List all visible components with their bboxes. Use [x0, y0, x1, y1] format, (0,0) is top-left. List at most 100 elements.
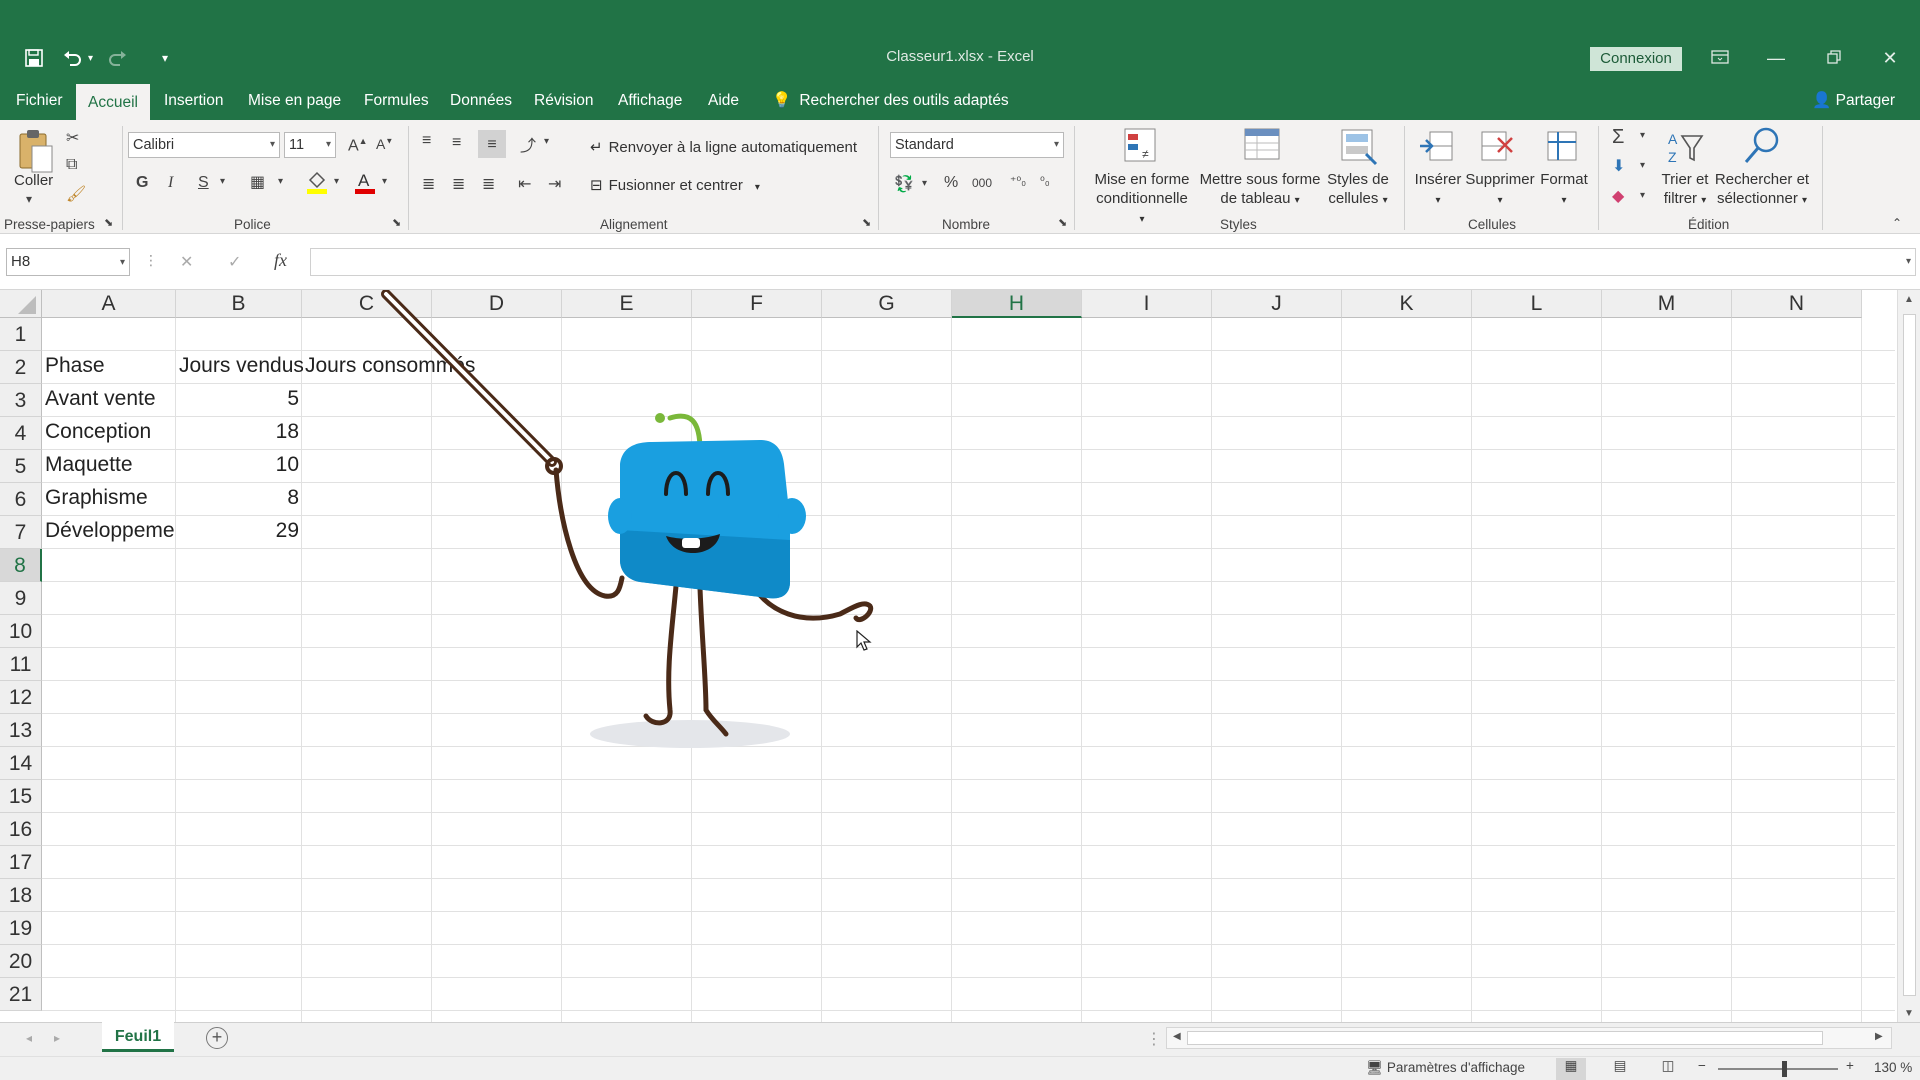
cell-A7[interactable]: Développement: [45, 514, 175, 547]
cell-A5[interactable]: Maquette: [45, 448, 175, 481]
copy-icon[interactable]: ⧉: [66, 156, 77, 174]
cell-B6[interactable]: 8: [179, 481, 299, 514]
row-header-1[interactable]: 1: [0, 318, 42, 351]
sort-filter-icon[interactable]: AZ: [1666, 128, 1706, 166]
column-header-h[interactable]: H: [952, 290, 1082, 318]
tab-file[interactable]: Fichier: [4, 84, 75, 120]
increase-indent-icon[interactable]: ⇥: [548, 174, 561, 194]
font-size-select[interactable]: 11 ▾: [284, 132, 336, 158]
tab-help[interactable]: Aide: [696, 84, 751, 120]
worksheet-grid[interactable]: ABCDEFGHIJKLMN 1 2 3 4 5 6 7 8 9 10 11 12 13 14 15 16 17…: [0, 290, 1895, 1025]
accounting-dropdown-icon[interactable]: ▾: [922, 178, 927, 189]
row-header-4[interactable]: 4: [0, 417, 42, 450]
percent-button[interactable]: %: [944, 174, 958, 192]
column-header-k[interactable]: K: [1342, 290, 1472, 318]
accounting-icon[interactable]: 💱: [894, 174, 914, 194]
decrease-indent-icon[interactable]: ⇤: [518, 174, 531, 194]
zoom-slider[interactable]: [1718, 1061, 1838, 1077]
scroll-up-icon[interactable]: ▲: [1904, 294, 1914, 305]
normal-view-icon[interactable]: ▦: [1556, 1058, 1586, 1080]
alignment-launcher-icon[interactable]: ⬊: [862, 216, 871, 229]
font-launcher-icon[interactable]: ⬊: [392, 216, 401, 229]
vertical-scroll-thumb[interactable]: [1903, 314, 1916, 996]
column-header-l[interactable]: L: [1472, 290, 1602, 318]
confirm-formula-icon[interactable]: ✓: [228, 252, 241, 272]
tab-home[interactable]: Accueil: [76, 84, 150, 120]
row-header-21[interactable]: 21: [0, 978, 42, 1011]
conditional-formatting-icon[interactable]: ≠: [1124, 128, 1158, 164]
align-right-icon[interactable]: ≣: [482, 174, 495, 194]
row-header-10[interactable]: 10: [0, 615, 42, 648]
align-middle-icon[interactable]: ≡: [452, 134, 461, 152]
row-header-13[interactable]: 13: [0, 714, 42, 747]
clipboard-launcher-icon[interactable]: ⬊: [104, 216, 113, 229]
delete-cells-icon[interactable]: [1480, 128, 1516, 166]
italic-button[interactable]: I: [168, 174, 173, 192]
cancel-formula-icon[interactable]: ✕: [180, 252, 193, 272]
column-header-i[interactable]: I: [1082, 290, 1212, 318]
scroll-down-icon[interactable]: ▼: [1904, 1008, 1914, 1019]
fill-color-icon[interactable]: [306, 170, 328, 199]
column-header-a[interactable]: A: [42, 290, 176, 318]
borders-dropdown-icon[interactable]: ▾: [278, 176, 283, 187]
row-header-14[interactable]: 14: [0, 747, 42, 780]
drag-handle-icon[interactable]: ⋮: [144, 252, 158, 269]
underline-dropdown-icon[interactable]: ▾: [220, 176, 225, 187]
horizontal-scroll-thumb[interactable]: [1187, 1031, 1823, 1045]
clear-icon[interactable]: ◆: [1612, 186, 1624, 206]
bold-button[interactable]: G: [136, 174, 148, 192]
delete-button[interactable]: Supprimer ▾: [1462, 170, 1538, 210]
increase-decimal-icon[interactable]: ⁺⁰₀: [1010, 174, 1026, 188]
font-name-select[interactable]: Calibri ▾: [128, 132, 280, 158]
fill-dropdown-icon[interactable]: ▾: [1640, 160, 1645, 171]
row-header-8[interactable]: 8: [0, 549, 42, 582]
cell-styles-icon[interactable]: [1340, 128, 1378, 166]
row-header-3[interactable]: 3: [0, 384, 42, 417]
row-header-5[interactable]: 5: [0, 450, 42, 483]
fill-down-icon[interactable]: ⬇: [1612, 156, 1625, 176]
display-settings-button[interactable]: 🖥 Paramètres d'affichage: [1366, 1060, 1525, 1076]
add-sheet-button[interactable]: +: [206, 1027, 228, 1049]
align-center-icon[interactable]: ≣: [452, 174, 465, 194]
cell-styles-button[interactable]: Styles de cellules ▾: [1318, 170, 1398, 210]
row-header-20[interactable]: 20: [0, 945, 42, 978]
signin-button[interactable]: Connexion: [1590, 47, 1682, 71]
insert-button[interactable]: Insérer ▾: [1412, 170, 1464, 210]
row-header-12[interactable]: 12: [0, 681, 42, 714]
autosum-dropdown-icon[interactable]: ▾: [1640, 130, 1645, 141]
scroll-right-icon[interactable]: ▶: [1875, 1031, 1883, 1042]
row-header-6[interactable]: 6: [0, 483, 42, 516]
fill-dropdown-icon[interactable]: ▾: [334, 176, 339, 187]
row-header-19[interactable]: 19: [0, 912, 42, 945]
cell-A2[interactable]: Phase: [45, 349, 175, 382]
formula-input[interactable]: ▾: [310, 248, 1916, 276]
row-header-18[interactable]: 18: [0, 879, 42, 912]
row-header-11[interactable]: 11: [0, 648, 42, 681]
row-header-15[interactable]: 15: [0, 780, 42, 813]
align-left-icon[interactable]: ≣: [422, 174, 435, 194]
insert-cells-icon[interactable]: [1418, 128, 1454, 166]
row-header-16[interactable]: 16: [0, 813, 42, 846]
underline-button[interactable]: S: [198, 174, 209, 192]
paste-label[interactable]: Coller: [14, 171, 53, 190]
paste-icon[interactable]: [16, 128, 56, 176]
orientation-dropdown-icon[interactable]: ▾: [544, 136, 549, 147]
autosum-icon[interactable]: Σ: [1612, 126, 1624, 149]
paste-dropdown-icon[interactable]: ▾: [26, 192, 32, 206]
zoom-in-icon[interactable]: +: [1846, 1058, 1854, 1073]
number-format-select[interactable]: Standard ▾: [890, 132, 1064, 158]
grow-font-icon[interactable]: A▲: [348, 136, 368, 155]
cut-icon[interactable]: ✂: [66, 128, 79, 148]
select-all-corner[interactable]: [0, 290, 42, 318]
sort-filter-button[interactable]: Trier et filtrer ▾: [1654, 170, 1716, 210]
thousands-button[interactable]: 000: [972, 176, 992, 190]
name-box[interactable]: H8 ▾: [6, 248, 130, 276]
format-as-table-icon[interactable]: [1244, 128, 1280, 164]
cell-A6[interactable]: Graphisme: [45, 481, 175, 514]
page-layout-view-icon[interactable]: ▤: [1608, 1058, 1632, 1074]
close-icon[interactable]: ✕: [1870, 44, 1910, 72]
tell-me-search[interactable]: 💡 Rechercher des outils adaptés: [760, 84, 1021, 120]
clear-dropdown-icon[interactable]: ▾: [1640, 190, 1645, 201]
tab-view[interactable]: Affichage: [606, 84, 694, 120]
vertical-scrollbar[interactable]: ▲ ▼: [1897, 290, 1920, 1025]
